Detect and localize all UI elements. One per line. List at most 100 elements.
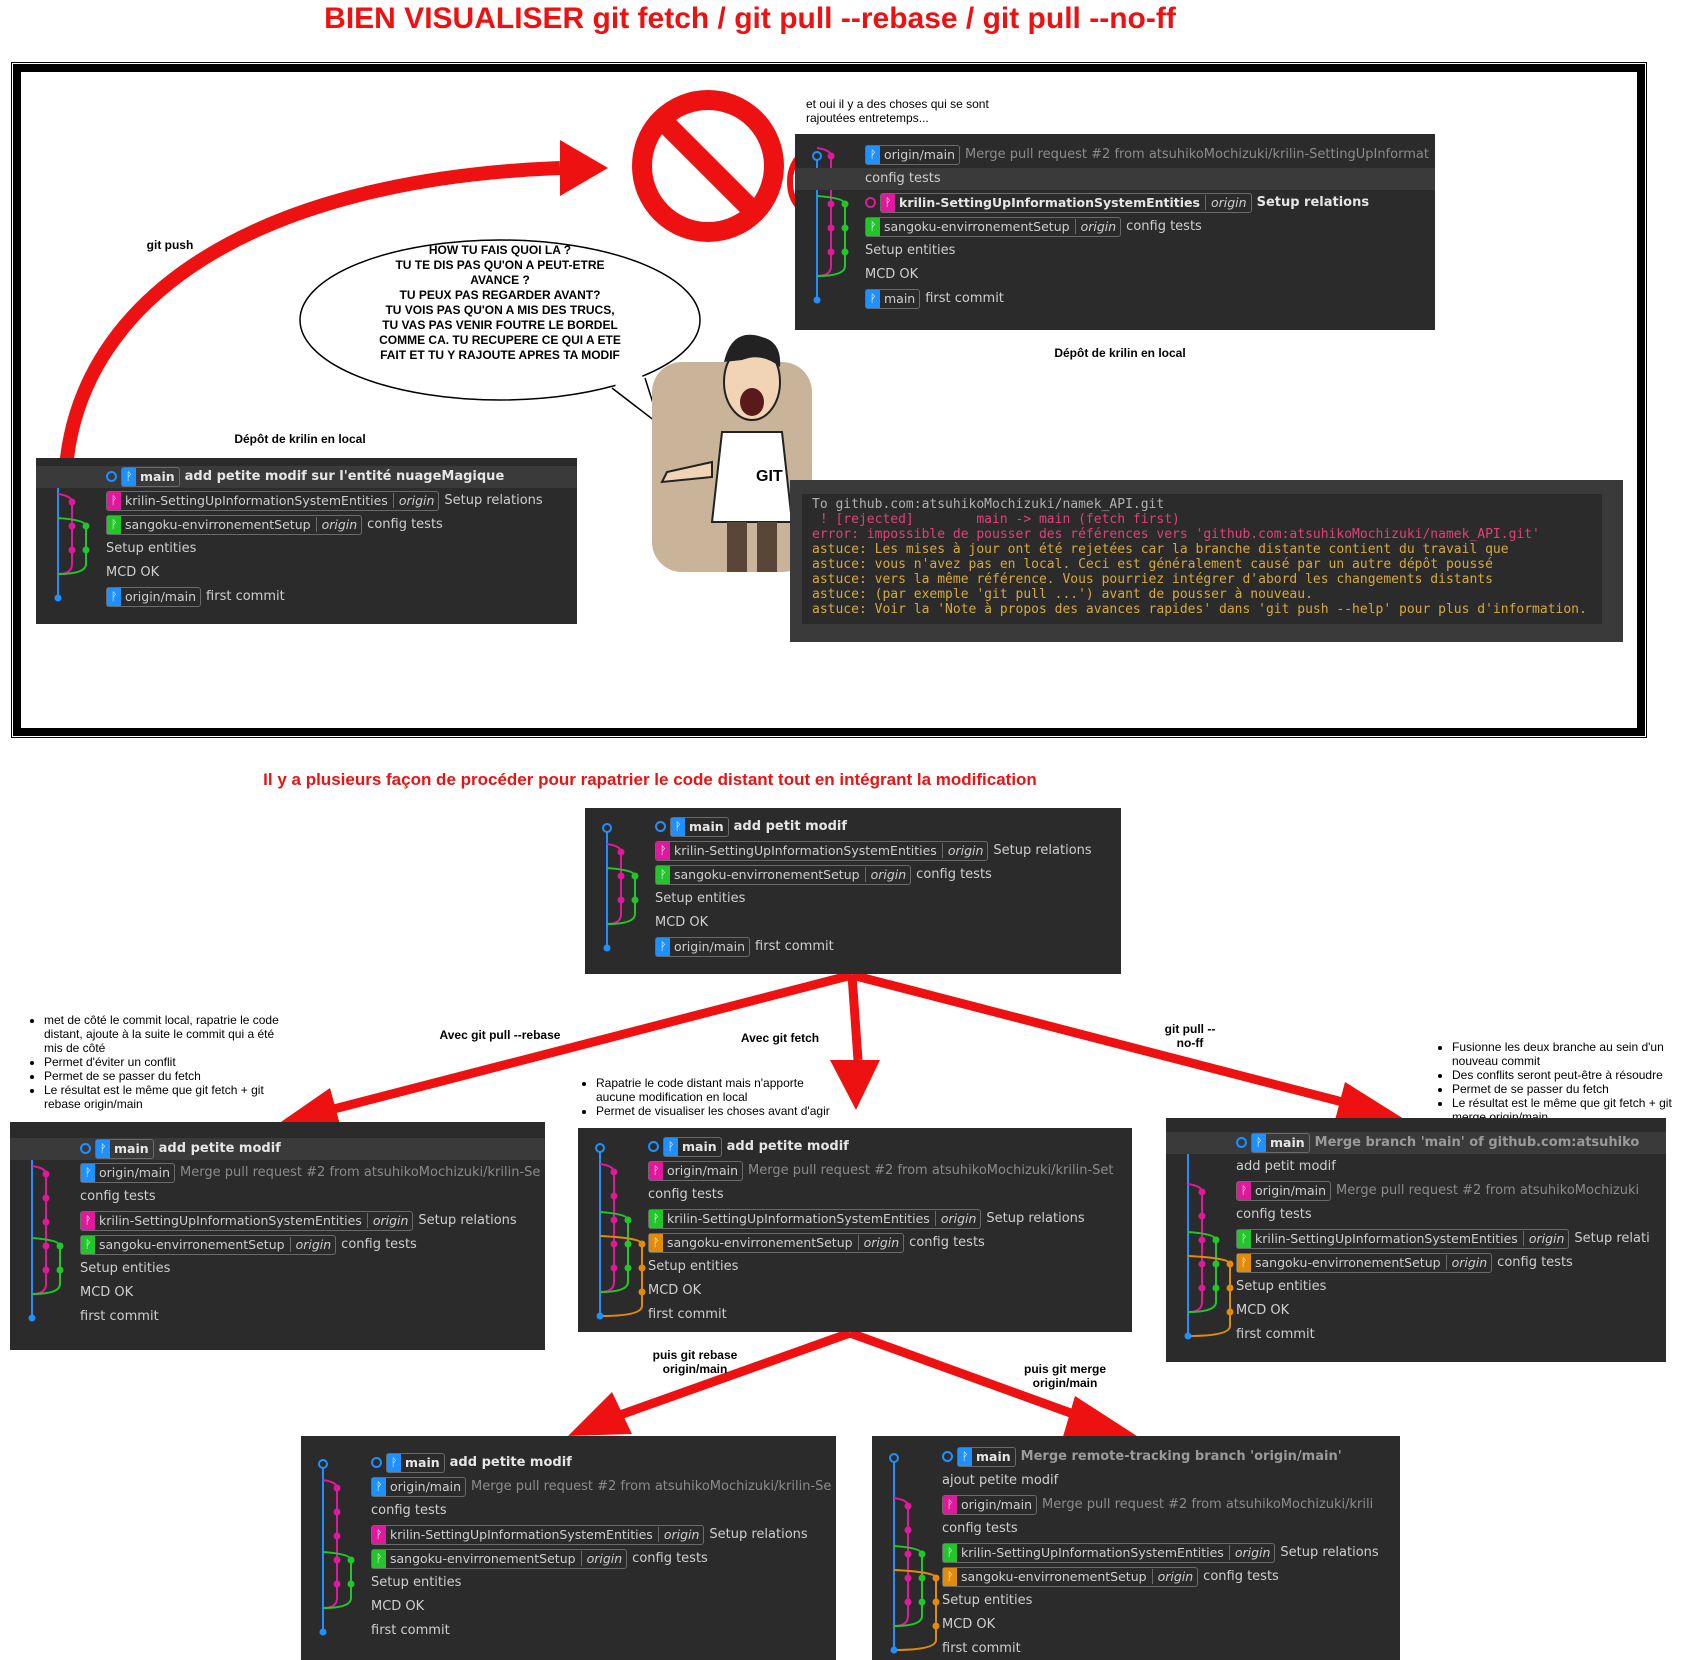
branch-ref[interactable]: ᚹ krilin-SettingUpInformationSystemEntiti… <box>106 490 440 511</box>
commit-row[interactable]: MCD OK <box>578 1280 1132 1302</box>
commit-row[interactable]: config tests <box>301 1500 836 1522</box>
commit-row[interactable]: first commit <box>578 1304 1132 1326</box>
branch-ref[interactable]: ᚹ krilin-SettingUpInformationSystemEntiti… <box>942 1542 1276 1563</box>
commit-row[interactable]: config tests <box>872 1518 1400 1540</box>
branch-ref[interactable]: ᚹ sangoku-envirronementSetup origin <box>106 514 363 535</box>
commit-row[interactable]: MCD OK <box>301 1596 836 1618</box>
commit-row[interactable]: ᚹ main add petit modif <box>585 816 1121 838</box>
branch-ref[interactable]: ᚹ sangoku-envirronementSetup origin <box>865 216 1122 237</box>
commit-row[interactable]: config tests <box>578 1184 1132 1206</box>
commit-row[interactable]: ᚹ origin/main first commit <box>36 586 577 608</box>
commit-row[interactable]: ᚹ origin/main Merge pull request #2 from a… <box>10 1162 545 1184</box>
branch-ref[interactable]: ᚹ krilin-SettingUpInformationSystemEntiti… <box>880 192 1252 213</box>
commit-row[interactable]: ᚹ sangoku-envirronementSetup origin config … <box>301 1548 836 1570</box>
commit-row[interactable]: ᚹ krilin-SettingUpInformationSystemEntiti… <box>872 1542 1400 1564</box>
commit-message: MCD OK <box>865 267 919 282</box>
branch-ref[interactable]: ᚹ origin/main <box>371 1476 467 1497</box>
branch-ref[interactable]: ᚹ origin/main <box>655 936 751 957</box>
commit-row[interactable]: ᚹ krilin-SettingUpInformationSystemEntiti… <box>301 1524 836 1546</box>
commit-row[interactable]: ᚹ krilin-SettingUpInformationSystemEntiti… <box>795 192 1435 214</box>
commit-row[interactable]: ᚹ krilin-SettingUpInformationSystemEntiti… <box>585 840 1121 862</box>
branch-ref[interactable]: ᚹ sangoku-envirronementSetup origin <box>655 864 912 885</box>
commit-row[interactable]: ᚹ sangoku-envirronementSetup origin config … <box>585 864 1121 886</box>
commit-row[interactable]: Setup entities <box>36 538 577 560</box>
commit-row[interactable]: ᚹ main add petite modif <box>578 1136 1132 1158</box>
commit-row[interactable]: first commit <box>10 1306 545 1328</box>
commit-row[interactable]: ᚹ sangoku-envirronementSetup origin config … <box>795 216 1435 238</box>
branch-name: origin/main <box>125 588 197 604</box>
commit-row[interactable]: ᚹ origin/main first commit <box>585 936 1121 958</box>
commit-row[interactable]: ᚹ krilin-SettingUpInformationSystemEntiti… <box>36 490 577 512</box>
commit-row[interactable]: ajout petite modif <box>872 1470 1400 1492</box>
commit-row[interactable]: MCD OK <box>585 912 1121 934</box>
commit-message: Merge branch 'main' of github.com:atsuhi… <box>1314 1135 1640 1150</box>
branch-ref[interactable]: ᚹ main <box>670 816 729 837</box>
branch-ref[interactable]: ᚹ sangoku-envirronementSetup origin <box>1236 1252 1493 1273</box>
commit-row[interactable]: ᚹ main add petite modif <box>301 1452 836 1474</box>
commit-row[interactable]: config tests <box>795 168 1435 190</box>
commit-row[interactable]: Setup entities <box>301 1572 836 1594</box>
commit-row[interactable]: ᚹ origin/main Merge pull request #2 from a… <box>1166 1180 1666 1202</box>
commit-row[interactable]: ᚹ origin/main Merge pull request #2 from a… <box>578 1160 1132 1182</box>
branch-ref[interactable]: ᚹ sangoku-envirronementSetup origin <box>371 1548 628 1569</box>
branch-ref[interactable]: ᚹ krilin-SettingUpInformationSystemEntiti… <box>371 1524 705 1545</box>
branch-ref[interactable]: ᚹ main <box>121 466 180 487</box>
branch-ref[interactable]: ᚹ origin/main <box>942 1494 1038 1515</box>
branch-ref[interactable]: ᚹ origin/main <box>865 144 961 165</box>
terminal-line: To github.com:atsuhikoMochizuki/namek_AP… <box>812 497 1165 512</box>
branch-ref[interactable]: ᚹ origin/main <box>80 1162 176 1183</box>
commit-row[interactable]: MCD OK <box>10 1282 545 1304</box>
commit-message: first commit <box>925 291 1004 306</box>
commit-row[interactable]: ᚹ origin/main Merge pull request #2 from a… <box>795 144 1435 166</box>
commit-row[interactable]: ᚹ sangoku-envirronementSetup origin config … <box>578 1232 1132 1254</box>
commit-row[interactable]: add petit modif <box>1166 1156 1666 1178</box>
commit-row[interactable]: Setup entities <box>10 1258 545 1280</box>
commit-row[interactable]: Setup entities <box>585 888 1121 910</box>
branch-ref[interactable]: ᚹ main <box>957 1446 1016 1467</box>
commit-row[interactable]: Setup entities <box>1166 1276 1666 1298</box>
branch-ref[interactable]: ᚹ main <box>95 1138 154 1159</box>
branch-ref[interactable]: ᚹ main <box>663 1136 722 1157</box>
branch-ref[interactable]: ᚹ origin/main <box>106 586 202 607</box>
commit-row[interactable]: ᚹ main add petite modif sur l'entité nuage… <box>36 466 577 488</box>
commit-row[interactable]: MCD OK <box>1166 1300 1666 1322</box>
commit-row[interactable]: ᚹ main add petite modif <box>10 1138 545 1160</box>
branch-ref[interactable]: ᚹ sangoku-envirronementSetup origin <box>942 1566 1199 1587</box>
commit-row[interactable]: ᚹ krilin-SettingUpInformationSystemEntiti… <box>1166 1228 1666 1250</box>
branch-ref[interactable]: ᚹ main <box>386 1452 445 1473</box>
commit-row[interactable]: first commit <box>1166 1324 1666 1346</box>
branch-ref[interactable]: ᚹ main <box>1251 1132 1310 1153</box>
commit-row[interactable]: MCD OK <box>36 562 577 584</box>
remote-label: origin <box>941 842 984 858</box>
commit-row[interactable]: config tests <box>10 1186 545 1208</box>
commit-row[interactable]: ᚹ sangoku-envirronementSetup origin config … <box>36 514 577 536</box>
commit-row[interactable]: ᚹ krilin-SettingUpInformationSystemEntiti… <box>10 1210 545 1232</box>
commit-row[interactable]: first commit <box>872 1638 1400 1660</box>
branch-ref[interactable]: ᚹ krilin-SettingUpInformationSystemEntiti… <box>648 1208 982 1229</box>
commit-row[interactable]: MCD OK <box>872 1614 1400 1636</box>
commit-row[interactable]: ᚹ krilin-SettingUpInformationSystemEntiti… <box>578 1208 1132 1230</box>
branch-ref[interactable]: ᚹ main <box>865 288 921 309</box>
branch-ref[interactable]: ᚹ krilin-SettingUpInformationSystemEntiti… <box>80 1210 414 1231</box>
branch-ref[interactable]: ᚹ sangoku-envirronementSetup origin <box>648 1232 905 1253</box>
branch-name: origin/main <box>99 1164 171 1180</box>
commit-row[interactable]: ᚹ origin/main Merge pull request #2 from a… <box>872 1494 1400 1516</box>
branch-ref[interactable]: ᚹ origin/main <box>648 1160 744 1181</box>
branch-ref[interactable]: ᚹ krilin-SettingUpInformationSystemEntiti… <box>655 840 989 861</box>
commit-row[interactable]: Setup entities <box>872 1590 1400 1612</box>
branch-ref[interactable]: ᚹ sangoku-envirronementSetup origin <box>80 1234 337 1255</box>
branch-ref[interactable]: ᚹ krilin-SettingUpInformationSystemEntiti… <box>1236 1228 1570 1249</box>
commit-row[interactable]: Setup entities <box>795 240 1435 262</box>
commit-row[interactable]: ᚹ main first commit <box>795 288 1435 310</box>
commit-row[interactable]: ᚹ main Merge branch 'main' of github.com:a… <box>1166 1132 1666 1154</box>
branch-ref[interactable]: ᚹ origin/main <box>1236 1180 1332 1201</box>
commit-row[interactable]: ᚹ sangoku-envirronementSetup origin config … <box>1166 1252 1666 1274</box>
commit-row[interactable]: MCD OK <box>795 264 1435 286</box>
commit-row[interactable]: ᚹ origin/main Merge pull request #2 from a… <box>301 1476 836 1498</box>
commit-row[interactable]: first commit <box>301 1620 836 1642</box>
commit-row[interactable]: ᚹ main Merge remote-tracking branch 'origi… <box>872 1446 1400 1468</box>
commit-row[interactable]: ᚹ sangoku-envirronementSetup origin config … <box>10 1234 545 1256</box>
commit-row[interactable]: Setup entities <box>578 1256 1132 1278</box>
commit-row[interactable]: config tests <box>1166 1204 1666 1226</box>
commit-row[interactable]: ᚹ sangoku-envirronementSetup origin config … <box>872 1566 1400 1588</box>
